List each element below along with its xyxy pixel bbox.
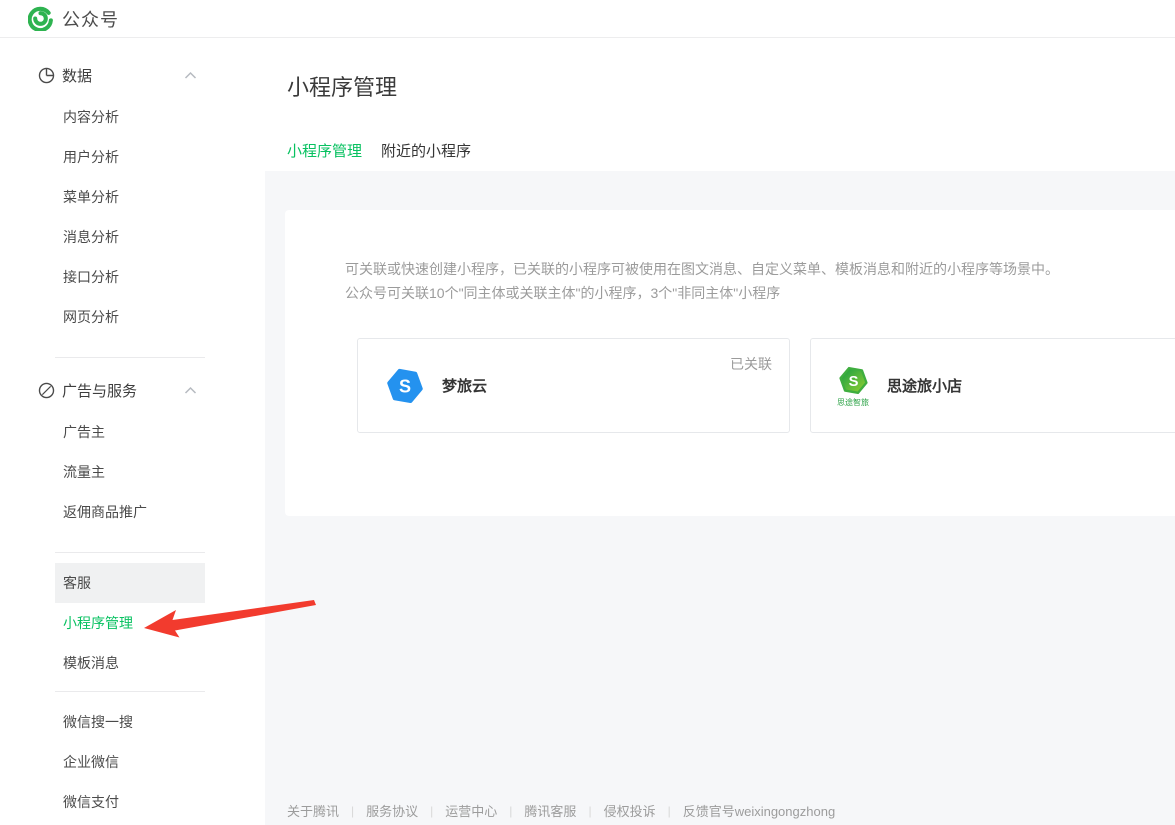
content-background: 可关联或快速创建小程序，已关联的小程序可被使用在图文消息、自定义菜单、模板消息和… bbox=[265, 171, 1175, 825]
footer-separator: | bbox=[588, 804, 591, 818]
footer-link-service-agreement[interactable]: 服务协议 bbox=[366, 801, 418, 820]
main-content: 小程序管理 小程序管理 附近的小程序 可关联或快速创建小程序，已关联的小程序可被… bbox=[265, 39, 1175, 825]
page: 公众号 数据 内容分析 用户分析 菜单分析 消息分析 接口分析 网页分析 广告与… bbox=[0, 0, 1175, 825]
sidebar-divider bbox=[55, 552, 205, 553]
footer-separator: | bbox=[668, 804, 671, 818]
footer-link-feedback-account[interactable]: 反馈官号weixingongzhong bbox=[683, 801, 835, 820]
footer-link-tencent-support[interactable]: 腾讯客服 bbox=[524, 801, 576, 820]
panel-description: 可关联或快速创建小程序，已关联的小程序可被使用在图文消息、自定义菜单、模板消息和… bbox=[285, 210, 1175, 305]
pie-chart-icon bbox=[38, 67, 55, 84]
sidebar-item-advertiser[interactable]: 广告主 bbox=[55, 412, 205, 452]
tab-nearby-miniprograms[interactable]: 附近的小程序 bbox=[381, 140, 471, 175]
miniprogram-card-menglvyun[interactable]: S 梦旅云 已关联 bbox=[357, 338, 790, 433]
logo-with-caption: S 思途智旅 bbox=[837, 365, 869, 407]
sidebar-item-template-message[interactable]: 模板消息 bbox=[55, 643, 205, 683]
miniprogram-card-situlvxiaodian[interactable]: S 思途智旅 思途旅小店 bbox=[810, 338, 1175, 433]
sidebar-divider bbox=[55, 691, 205, 692]
page-title: 小程序管理 bbox=[265, 39, 1175, 103]
logo-letter: S bbox=[848, 373, 858, 389]
footer-links: 关于腾讯 | 服务协议 | 运营中心 | 腾讯客服 | 侵权投诉 | 反馈官号w… bbox=[287, 801, 835, 820]
miniprogram-card-list: S 梦旅云 已关联 bbox=[357, 338, 1175, 433]
sidebar-section-ads-services[interactable]: 广告与服务 bbox=[38, 368, 197, 412]
footer-link-infringement-complaint[interactable]: 侵权投诉 bbox=[604, 801, 656, 820]
footer-separator: | bbox=[509, 804, 512, 818]
sidebar-item-wechat-search[interactable]: 微信搜一搜 bbox=[55, 702, 205, 742]
blue-hexagon-s-icon: S bbox=[386, 367, 424, 405]
footer-link-operation-center[interactable]: 运营中心 bbox=[445, 801, 497, 820]
tab-miniprogram-management[interactable]: 小程序管理 bbox=[287, 140, 362, 175]
footer-separator: | bbox=[430, 804, 433, 818]
sidebar-item-api-analysis[interactable]: 接口分析 bbox=[55, 257, 205, 297]
sidebar-item-wechat-pay[interactable]: 微信支付 bbox=[55, 782, 205, 822]
logo-caption: 思途智旅 bbox=[837, 398, 869, 407]
sidebar-item-miniprogram-management[interactable]: 小程序管理 bbox=[55, 603, 205, 643]
sidebar-item-traffic-owner[interactable]: 流量主 bbox=[55, 452, 205, 492]
sidebar-item-user-analysis[interactable]: 用户分析 bbox=[55, 137, 205, 177]
tab-bar: 小程序管理 附近的小程序 bbox=[265, 140, 1175, 174]
chevron-up-icon[interactable] bbox=[184, 386, 197, 395]
logo-letter: S bbox=[399, 376, 411, 396]
sidebar-divider bbox=[55, 357, 205, 358]
miniprogram-panel: 可关联或快速创建小程序，已关联的小程序可被使用在图文消息、自定义菜单、模板消息和… bbox=[285, 210, 1175, 516]
description-line: 可关联或快速创建小程序，已关联的小程序可被使用在图文消息、自定义菜单、模板消息和… bbox=[345, 257, 1175, 281]
miniprogram-name: 思途旅小店 bbox=[887, 375, 962, 396]
sidebar-item-commission-promo[interactable]: 返佣商品推广 bbox=[55, 492, 205, 532]
brand-title: 公众号 bbox=[62, 6, 119, 32]
wechat-mp-logo-icon bbox=[28, 6, 53, 31]
sidebar-section-data[interactable]: 数据 bbox=[38, 53, 197, 97]
compass-icon bbox=[38, 382, 55, 399]
linked-status-badge: 已关联 bbox=[730, 354, 772, 374]
sidebar: 数据 内容分析 用户分析 菜单分析 消息分析 接口分析 网页分析 广告与服务 广… bbox=[0, 39, 265, 825]
green-hexagon-s-icon: S bbox=[838, 365, 869, 396]
sidebar-item-content-analysis[interactable]: 内容分析 bbox=[55, 97, 205, 137]
sidebar-item-wecom[interactable]: 企业微信 bbox=[55, 742, 205, 782]
description-line: 公众号可关联10个"同主体或关联主体"的小程序，3个"非同主体"小程序 bbox=[345, 281, 1175, 305]
sidebar-item-menu-analysis[interactable]: 菜单分析 bbox=[55, 177, 205, 217]
section-label: 数据 bbox=[62, 65, 92, 86]
chevron-up-icon[interactable] bbox=[184, 71, 197, 80]
miniprogram-name: 梦旅云 bbox=[442, 375, 487, 396]
section-label: 广告与服务 bbox=[62, 380, 137, 401]
top-header: 公众号 bbox=[0, 0, 1175, 38]
sidebar-item-message-analysis[interactable]: 消息分析 bbox=[55, 217, 205, 257]
footer-separator: | bbox=[351, 804, 354, 818]
sidebar-item-web-analysis[interactable]: 网页分析 bbox=[55, 297, 205, 337]
sidebar-item-customer-service[interactable]: 客服 bbox=[55, 563, 205, 603]
footer-link-about-tencent[interactable]: 关于腾讯 bbox=[287, 801, 339, 820]
